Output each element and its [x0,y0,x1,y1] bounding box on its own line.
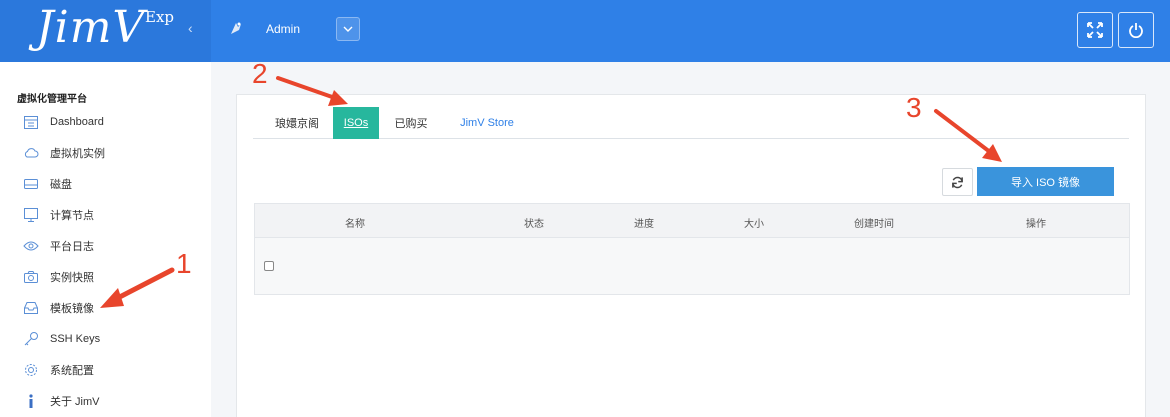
column-header-progress[interactable]: 进度 [634,215,654,230]
table-header: 名称 状态 进度 大小 创建时间 操作 [255,204,1129,238]
logo-edition: Exp [145,8,175,26]
tab-purchased[interactable]: 已购买 [379,107,443,139]
disk-icon [22,175,40,193]
logo: JimV [36,2,146,53]
key-icon [22,330,40,348]
tab-bar: 琅嬛京阁 ISOs 已购买 JimV Store [253,107,1129,139]
logout-button[interactable] [1118,12,1154,48]
column-header-name[interactable]: 名称 [345,215,365,230]
sidebar-item-label: 模板镜像 [50,303,94,315]
calendar-icon [22,113,40,131]
select-all-checkbox[interactable] [264,261,274,271]
user-avatar-icon [231,22,241,34]
sidebar-item-label: 磁盘 [50,179,72,191]
sidebar-item-about[interactable]: 关于 JimV [22,390,100,412]
sidebar: 虚拟化管理平台 Dashboard 虚拟机实例 磁盘 计算节点 平台日志 实例快… [0,62,211,417]
sidebar-item-label: 虚拟机实例 [50,148,105,160]
user-name: Admin [266,22,301,36]
iso-table: 名称 状态 进度 大小 创建时间 操作 [254,203,1130,295]
sidebar-item-templates[interactable]: 模板镜像 [22,297,94,319]
inbox-icon [22,299,40,317]
sidebar-item-snapshots[interactable]: 实例快照 [22,266,94,288]
chevron-down-icon [343,26,353,32]
eye-icon [22,237,40,255]
sidebar-item-disks[interactable]: 磁盘 [22,173,72,195]
table-row [255,238,1129,294]
tab-langhuan[interactable]: 琅嬛京阁 [259,107,335,139]
sidebar-item-label: 关于 JimV [50,396,100,408]
import-iso-button[interactable]: 导入 ISO 镜像 [977,167,1114,196]
camera-icon [22,268,40,286]
column-header-status[interactable]: 状态 [524,215,544,230]
column-header-size[interactable]: 大小 [744,215,764,230]
sidebar-item-label: 系统配置 [50,365,94,377]
cloud-icon [22,144,40,162]
annotation-number-1: 1 [176,248,192,279]
sidebar-item-dashboard[interactable]: Dashboard [22,111,104,133]
user-dropdown-button[interactable] [336,17,360,41]
logo-area: JimV Exp ‹ [0,0,211,62]
sidebar-item-instances[interactable]: 虚拟机实例 [22,142,105,164]
sidebar-item-settings[interactable]: 系统配置 [22,359,94,381]
fullscreen-button[interactable] [1077,12,1113,48]
refresh-button[interactable] [942,168,973,196]
monitor-icon [22,206,40,224]
sidebar-item-ssh-keys[interactable]: SSH Keys [22,328,100,350]
annotation-number-2: 2 [252,58,268,89]
info-icon [22,392,40,410]
tab-isos[interactable]: ISOs [333,107,379,139]
sidebar-collapse-icon[interactable]: ‹ [188,20,193,36]
expand-icon [1087,22,1103,38]
tab-jimv-store[interactable]: JimV Store [445,107,529,139]
power-icon [1129,23,1143,38]
column-header-created[interactable]: 创建时间 [854,215,894,230]
annotation-number-3: 3 [906,92,922,123]
main-panel: 琅嬛京阁 ISOs 已购买 JimV Store 导入 ISO 镜像 名称 状态… [236,94,1146,417]
sidebar-item-label: Dashboard [50,116,104,128]
sidebar-item-label: 实例快照 [50,272,94,284]
sidebar-title: 虚拟化管理平台 [17,94,87,105]
sidebar-item-label: 计算节点 [50,210,94,222]
sidebar-item-logs[interactable]: 平台日志 [22,235,94,257]
sidebar-item-label: SSH Keys [50,333,101,345]
column-header-actions: 操作 [1026,219,1046,230]
sidebar-item-compute-nodes[interactable]: 计算节点 [22,204,94,226]
top-header: JimV Exp ‹ Admin [0,0,1170,62]
gear-icon [22,361,40,379]
refresh-icon [952,176,963,188]
sidebar-item-label: 平台日志 [50,241,94,253]
